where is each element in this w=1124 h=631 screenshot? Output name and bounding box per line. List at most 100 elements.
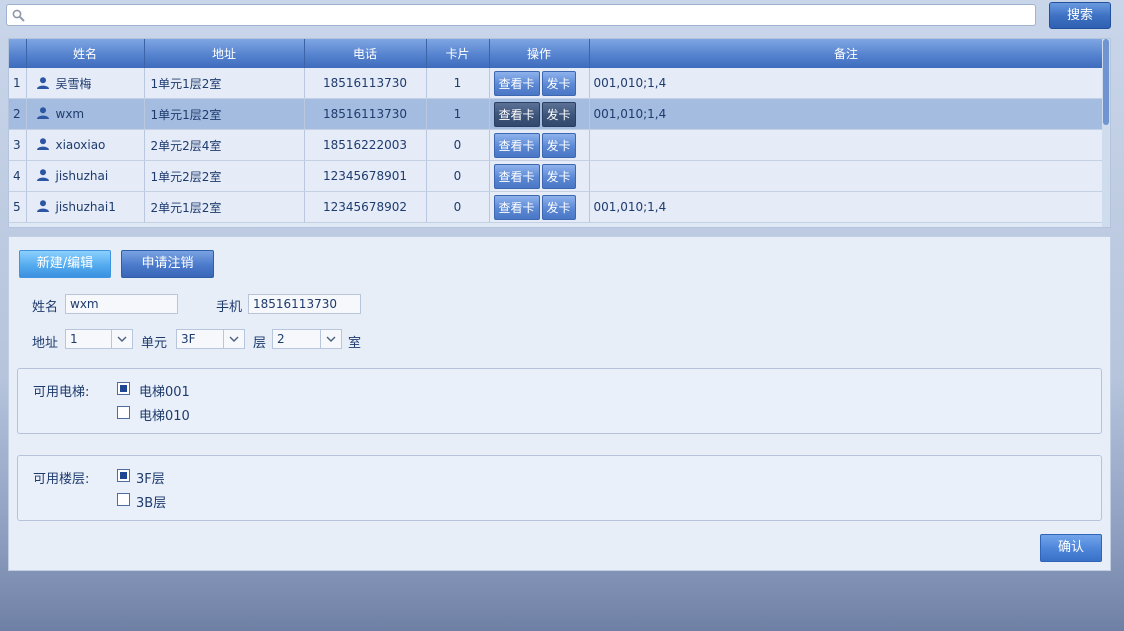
row-actions: 查看卡 发卡 — [489, 68, 590, 99]
row-cards: 1 — [426, 98, 490, 130]
row-name: xiaoxiao — [55, 138, 106, 152]
table-header-row: 姓名 地址 电话 卡片 操作 备注 — [9, 39, 1104, 68]
column-header-cards[interactable]: 卡片 — [426, 39, 490, 68]
row-note: 001,010;1,4 — [589, 98, 1104, 130]
table-row[interactable]: 4 jishuzhai 1单元2层2室 12345678901 0 查看卡 发卡 — [9, 160, 1104, 192]
floor-3f-checkbox[interactable] — [117, 469, 130, 482]
room-select[interactable]: 2 — [272, 329, 342, 349]
issue-card-button[interactable]: 发卡 — [541, 163, 576, 189]
member-table: 姓名 地址 电话 卡片 操作 备注 1 吴雪梅 1单元1层2室 18516113730… — [8, 38, 1111, 228]
floor-group: 可用楼层: 3F层 3B层 — [17, 455, 1102, 521]
scrollbar-thumb[interactable] — [1103, 39, 1109, 125]
elevator-001-label: 电梯001 — [139, 385, 190, 400]
view-card-button[interactable]: 查看卡 — [493, 194, 540, 220]
user-icon — [36, 107, 49, 119]
chevron-down-icon — [320, 330, 336, 348]
user-icon — [36, 138, 49, 150]
table-row[interactable]: 1 吴雪梅 1单元1层2室 18516113730 1 查看卡 发卡 001,010;1,4 — [9, 68, 1104, 99]
view-card-button[interactable]: 查看卡 — [493, 101, 540, 127]
row-note — [589, 129, 1104, 161]
row-address: 1单元1层2室 — [144, 68, 305, 99]
row-actions: 查看卡 发卡 — [489, 191, 590, 223]
row-actions: 查看卡 发卡 — [489, 160, 590, 192]
row-cards: 1 — [426, 68, 490, 99]
elevator-010-label: 电梯010 — [139, 409, 190, 424]
row-index: 5 — [9, 191, 27, 223]
issue-card-button[interactable]: 发卡 — [541, 101, 576, 127]
view-card-button[interactable]: 查看卡 — [493, 163, 540, 189]
elevator-010-checkbox[interactable] — [117, 406, 130, 419]
row-address: 1单元2层2室 — [144, 160, 305, 192]
issue-card-button[interactable]: 发卡 — [541, 132, 576, 158]
row-name-cell: jishuzhai1 — [26, 191, 145, 223]
column-header-note[interactable]: 备注 — [589, 39, 1104, 68]
view-card-button[interactable]: 查看卡 — [493, 70, 540, 96]
floor-3b-checkbox[interactable] — [117, 493, 130, 506]
mobile-label: 手机 — [216, 300, 243, 315]
elevator-001-checkbox[interactable] — [117, 382, 130, 395]
user-icon — [36, 76, 49, 89]
row-address: 2单元1层2室 — [144, 191, 305, 223]
chevron-down-icon — [111, 330, 127, 348]
search-input[interactable] — [31, 7, 1025, 25]
row-name-cell: 吴雪梅 — [26, 68, 145, 99]
row-note — [589, 160, 1104, 192]
confirm-button[interactable]: 确认 — [1040, 534, 1102, 562]
table-row[interactable]: 2 wxm 1单元1层2室 18516113730 1 查看卡 发卡 001,010;1,4 — [9, 98, 1104, 130]
address-label: 地址 — [32, 336, 59, 351]
column-header-phone[interactable]: 电话 — [304, 39, 427, 68]
name-label: 姓名 — [32, 300, 59, 315]
search-icon — [12, 9, 25, 22]
issue-card-button[interactable]: 发卡 — [541, 194, 576, 220]
row-phone: 18516113730 — [304, 68, 427, 99]
tab-apply-cancel[interactable]: 申请注销 — [121, 250, 214, 278]
row-phone: 18516222003 — [304, 129, 427, 161]
floors-label: 可用楼层: — [33, 472, 90, 487]
unit-suffix: 单元 — [141, 336, 168, 351]
floor-3f-label: 3F层 — [136, 472, 165, 487]
row-name-cell: wxm — [26, 98, 145, 130]
name-field[interactable]: wxm — [65, 294, 178, 314]
elevators-label: 可用电梯: — [33, 385, 90, 400]
unit-select-value: 1 — [70, 332, 78, 346]
elevator-group: 可用电梯: 电梯001 电梯010 — [17, 368, 1102, 434]
row-name: wxm — [55, 107, 85, 121]
chevron-down-icon — [223, 330, 239, 348]
search-button[interactable]: 搜索 — [1049, 2, 1111, 29]
search-bar[interactable] — [6, 4, 1036, 26]
row-name-cell: xiaoxiao — [26, 129, 145, 161]
table-scrollbar[interactable] — [1102, 39, 1110, 227]
column-header-name[interactable]: 姓名 — [26, 39, 145, 68]
column-header-address[interactable]: 地址 — [144, 39, 305, 68]
column-header-actions[interactable]: 操作 — [489, 39, 590, 68]
row-phone: 12345678901 — [304, 160, 427, 192]
issue-card-button[interactable]: 发卡 — [541, 70, 576, 96]
edit-panel: 新建/编辑 申请注销 姓名 wxm 手机 18516113730 地址 1 单元… — [8, 236, 1111, 571]
unit-select[interactable]: 1 — [65, 329, 133, 349]
row-actions: 查看卡 发卡 — [489, 98, 590, 130]
row-index: 1 — [9, 68, 27, 99]
row-name: 吴雪梅 — [55, 76, 92, 91]
row-phone: 18516113730 — [304, 98, 427, 130]
row-name: jishuzhai — [55, 169, 109, 183]
floor-3b-label: 3B层 — [136, 496, 167, 511]
row-name: jishuzhai1 — [55, 200, 116, 214]
table-row[interactable]: 3 xiaoxiao 2单元2层4室 18516222003 0 查看卡 发卡 — [9, 129, 1104, 161]
row-actions: 查看卡 发卡 — [489, 129, 590, 161]
floor-select[interactable]: 3F — [176, 329, 245, 349]
table-row[interactable]: 5 jishuzhai1 2单元1层2室 12345678902 0 查看卡 发卡 001,0… — [9, 191, 1104, 223]
tab-new-edit[interactable]: 新建/编辑 — [19, 250, 111, 278]
user-icon — [36, 169, 49, 181]
row-phone: 12345678902 — [304, 191, 427, 223]
row-index: 4 — [9, 160, 27, 192]
room-select-value: 2 — [277, 332, 285, 346]
mobile-field[interactable]: 18516113730 — [248, 294, 361, 314]
row-cards: 0 — [426, 129, 490, 161]
room-suffix: 室 — [348, 336, 362, 351]
column-header-index — [9, 39, 27, 68]
row-index: 3 — [9, 129, 27, 161]
row-address: 1单元1层2室 — [144, 98, 305, 130]
view-card-button[interactable]: 查看卡 — [493, 132, 540, 158]
floor-suffix: 层 — [253, 336, 267, 351]
user-icon — [36, 200, 49, 212]
